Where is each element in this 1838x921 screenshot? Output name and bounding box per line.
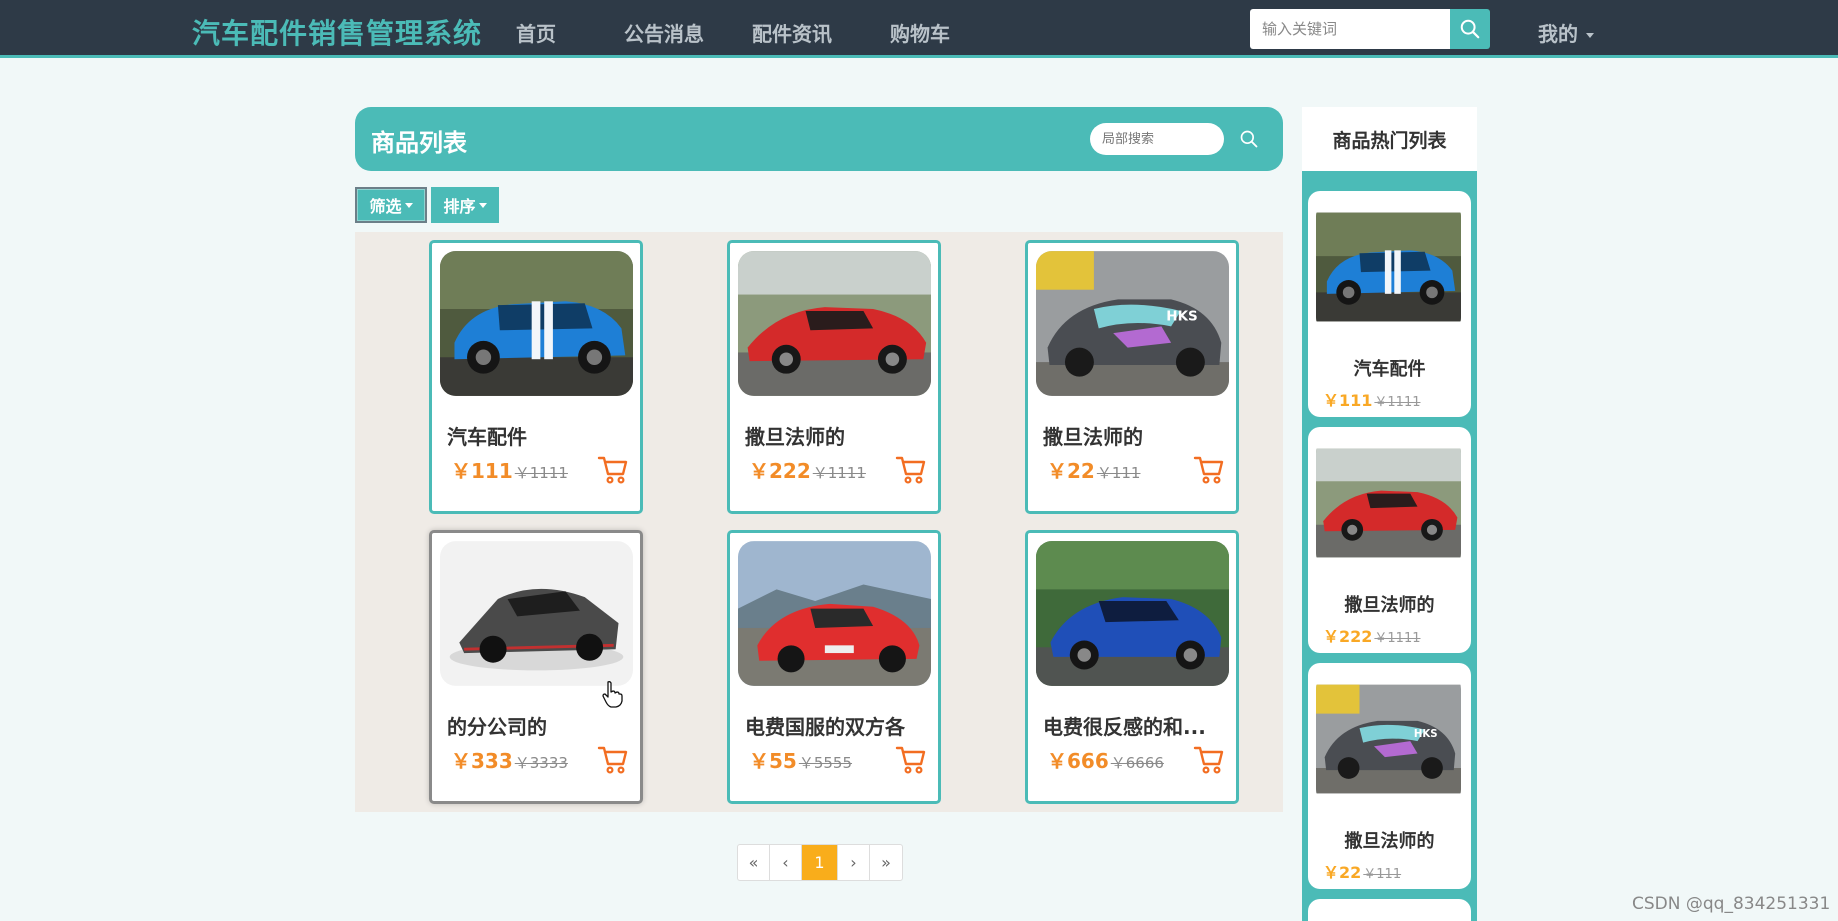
current-price: ￥222 — [1323, 627, 1373, 646]
page-last-button[interactable]: » — [870, 845, 902, 880]
current-price: ￥666 — [1047, 749, 1109, 773]
current-price: ￥22 — [1047, 459, 1095, 483]
original-price: ￥1111 — [1374, 631, 1421, 646]
add-to-cart-icon[interactable] — [895, 743, 927, 775]
page-prev-button[interactable]: ‹ — [770, 845, 802, 880]
product-card[interactable]: 电费很反感的和... ￥666 ￥6666 — [1025, 530, 1239, 804]
current-price: ￥333 — [451, 749, 513, 773]
current-price: ￥222 — [749, 459, 811, 483]
hot-product-image[interactable] — [1316, 435, 1461, 571]
current-price: ￥111 — [1323, 391, 1373, 410]
product-grid: 汽车配件 ￥111 ￥1111 撒旦法师的 ￥222 ￥1111 撒旦法师的 ￥22… — [355, 232, 1283, 812]
hot-product-price: ￥222 ￥1111 — [1323, 623, 1421, 647]
nav-my-account-label: 我的 — [1538, 22, 1578, 46]
top-navbar: 汽车配件销售管理系统 首页 公告消息 配件资讯 购物车 我的 — [0, 0, 1838, 58]
local-search-input[interactable] — [1090, 123, 1224, 155]
hot-product-price: ￥111 ￥1111 — [1323, 387, 1421, 411]
product-name: 电费很反感的和... — [1043, 715, 1206, 739]
hot-products-sidebar: 商品热门列表 汽车配件 ￥111 ￥1111 撒旦法师的 ￥222 ￥1111 撒旦… — [1302, 107, 1477, 921]
filter-dropdown-button[interactable]: 筛选 — [355, 187, 427, 223]
hot-product-card[interactable]: 汽车配件 ￥111 ￥1111 — [1308, 191, 1471, 417]
product-price: ￥55 ￥5555 — [749, 745, 852, 774]
local-search-button[interactable] — [1235, 125, 1263, 153]
product-image[interactable] — [1036, 541, 1229, 686]
caret-down-icon — [478, 202, 487, 208]
original-price: ￥111 — [1096, 464, 1141, 482]
hot-product-image[interactable] — [1316, 671, 1461, 807]
product-price: ￥333 ￥3333 — [451, 745, 568, 774]
current-price: ￥22 — [1323, 863, 1362, 882]
product-name: 电费国服的双方各 — [745, 715, 905, 739]
product-image[interactable] — [440, 541, 633, 686]
nav-my-account[interactable]: 我的 — [1538, 18, 1594, 47]
filter-label: 筛选 — [369, 197, 402, 216]
nav-parts-news[interactable]: 配件资讯 — [752, 18, 832, 47]
original-price: ￥1111 — [1374, 395, 1421, 410]
hot-product-card[interactable]: 撒旦法师的 ￥222 ￥1111 — [1308, 427, 1471, 653]
sort-dropdown-button[interactable]: 排序 — [431, 187, 499, 223]
product-list-header: 商品列表 — [355, 107, 1283, 171]
pagination: « ‹ 1 › » — [737, 844, 903, 881]
hot-product-name: 撒旦法师的 — [1344, 831, 1435, 852]
product-card[interactable]: 的分公司的 ￥333 ￥3333 — [429, 530, 643, 804]
search-icon — [1240, 130, 1258, 148]
hot-product-card-partial[interactable] — [1308, 899, 1471, 921]
current-price: ￥55 — [749, 749, 797, 773]
watermark-text: CSDN @qq_834251331 — [1632, 894, 1831, 914]
sort-label: 排序 — [443, 197, 476, 216]
product-price: ￥22 ￥111 — [1047, 455, 1140, 484]
add-to-cart-icon[interactable] — [1193, 453, 1225, 485]
product-card[interactable]: 汽车配件 ￥111 ￥1111 — [429, 240, 643, 514]
product-image[interactable] — [738, 251, 931, 396]
caret-down-icon — [404, 202, 413, 208]
hot-product-price: ￥22 ￥111 — [1323, 859, 1401, 883]
product-card[interactable]: 电费国服的双方各 ￥55 ￥5555 — [727, 530, 941, 804]
product-image[interactable] — [1036, 251, 1229, 396]
original-price: ￥1111 — [514, 464, 568, 482]
original-price: ￥3333 — [514, 754, 568, 772]
global-search-button[interactable] — [1450, 9, 1490, 49]
original-price: ￥1111 — [812, 464, 866, 482]
nav-home[interactable]: 首页 — [516, 18, 556, 47]
product-price: ￥666 ￥6666 — [1047, 745, 1164, 774]
page-number-button[interactable]: 1 — [802, 845, 838, 880]
product-price: ￥222 ￥1111 — [749, 455, 866, 484]
hot-product-card[interactable]: 撒旦法师的 ￥22 ￥111 — [1308, 663, 1471, 889]
product-card[interactable]: 撒旦法师的 ￥22 ￥111 — [1025, 240, 1239, 514]
original-price: ￥111 — [1363, 867, 1402, 882]
current-price: ￥111 — [451, 459, 513, 483]
search-icon — [1460, 19, 1480, 39]
original-price: ￥6666 — [1110, 754, 1164, 772]
product-name: 撒旦法师的 — [1043, 425, 1143, 449]
original-price: ￥5555 — [798, 754, 853, 772]
caret-down-icon — [1586, 33, 1594, 38]
product-image[interactable] — [440, 251, 633, 396]
nav-cart[interactable]: 购物车 — [890, 18, 950, 47]
hand-cursor-icon — [602, 681, 623, 708]
add-to-cart-icon[interactable] — [597, 453, 629, 485]
product-image[interactable] — [738, 541, 931, 686]
add-to-cart-icon[interactable] — [895, 453, 927, 485]
hot-product-name: 撒旦法师的 — [1344, 595, 1435, 616]
product-name: 汽车配件 — [447, 425, 527, 449]
hot-product-name: 汽车配件 — [1353, 359, 1426, 380]
page-first-button[interactable]: « — [738, 845, 770, 880]
hot-list-title: 商品热门列表 — [1302, 107, 1477, 171]
product-card[interactable]: 撒旦法师的 ￥222 ￥1111 — [727, 240, 941, 514]
add-to-cart-icon[interactable] — [597, 743, 629, 775]
product-name: 撒旦法师的 — [745, 425, 845, 449]
brand-title[interactable]: 汽车配件销售管理系统 — [192, 12, 482, 52]
product-list-title: 商品列表 — [371, 129, 467, 157]
hot-product-image[interactable] — [1316, 199, 1461, 335]
product-name: 的分公司的 — [447, 715, 547, 739]
product-price: ￥111 ￥1111 — [451, 455, 568, 484]
nav-announcements[interactable]: 公告消息 — [624, 18, 704, 47]
page-next-button[interactable]: › — [838, 845, 870, 880]
add-to-cart-icon[interactable] — [1193, 743, 1225, 775]
global-search-input[interactable] — [1250, 9, 1450, 49]
